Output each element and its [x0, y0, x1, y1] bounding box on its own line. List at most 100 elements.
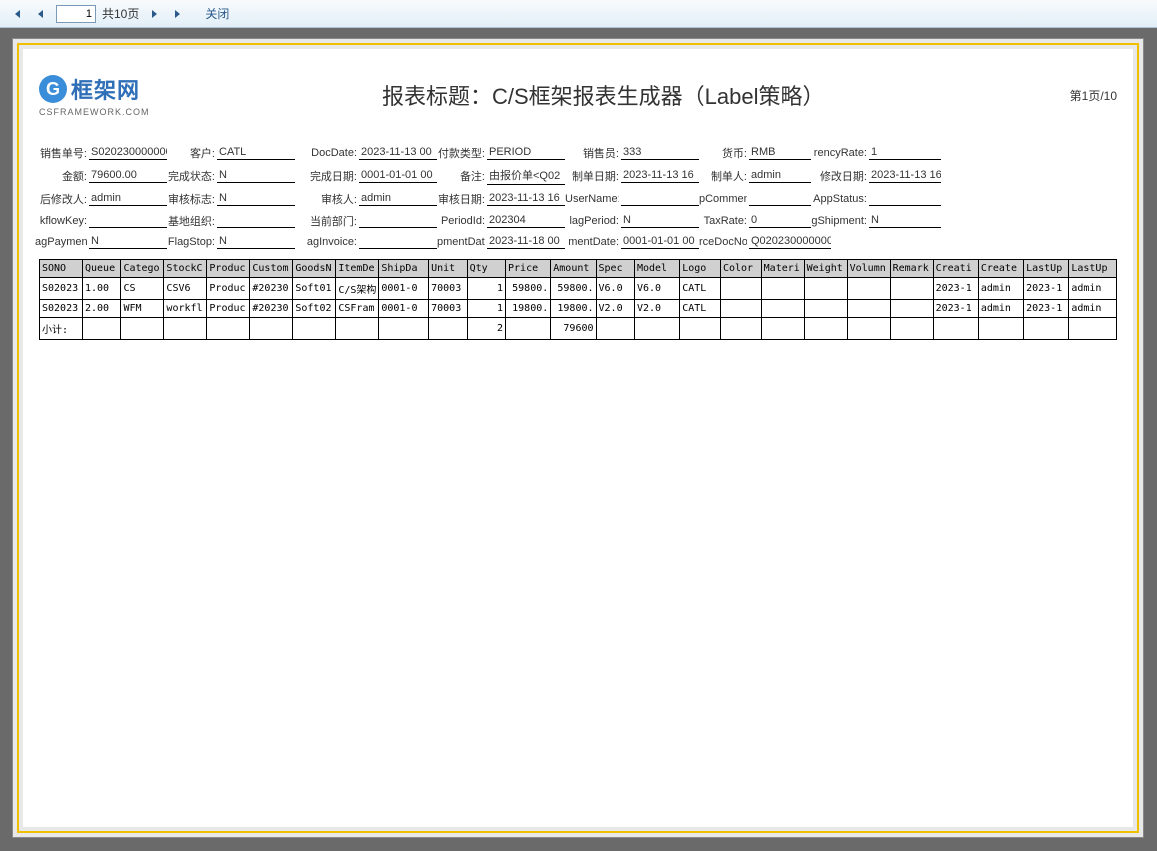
column-header: Materi [761, 260, 804, 278]
viewer-toolbar: 共10页 关闭 [0, 0, 1157, 28]
field-value: Q020230000000 [749, 235, 831, 249]
form-field: 销售单号:S0202300000000 [35, 145, 167, 161]
field-label: gShipment: [811, 215, 867, 227]
form-field: kflowKey: [35, 213, 167, 229]
field-label: kflowKey: [35, 215, 87, 227]
form-field: mentDate:0001-01-01 00 [565, 235, 699, 249]
field-label: UserName: [565, 193, 619, 205]
field-value: 333 [621, 146, 699, 160]
column-header: StockC [164, 260, 207, 278]
column-header: Produc [207, 260, 250, 278]
table-row: S020232.00WFMworkflProduc#20230Soft02CSF… [40, 300, 1117, 318]
last-page-button[interactable] [169, 5, 187, 23]
field-label: 付款类型: [437, 145, 485, 161]
form-field: 完成日期:0001-01-01 00 [295, 167, 437, 185]
field-value [217, 214, 295, 228]
field-label: PeriodId: [437, 215, 485, 227]
field-value: 2023-11-18 00 [487, 235, 565, 249]
field-label: 完成状态: [167, 168, 215, 184]
field-label: 当前部门: [295, 213, 357, 229]
field-value: 2023-11-13 16 [621, 169, 699, 183]
data-grid: SONOQueueCategoStockCProducCustomGoodsNI… [39, 259, 1117, 340]
field-label: 制单日期: [565, 168, 619, 184]
form-field: 当前部门: [295, 213, 437, 229]
form-field: AppStatus: [811, 191, 941, 207]
column-header: GoodsN [293, 260, 336, 278]
form-field: 备注:由报价单<Q02 [437, 167, 565, 185]
field-value: N [869, 214, 941, 228]
field-value: N [621, 214, 699, 228]
column-header: SONO [40, 260, 83, 278]
subtotal-row: 小计:279600 [40, 318, 1117, 340]
form-field: 销售员:333 [565, 145, 699, 161]
report-page: G 框架网 CSFRAMEWORK.COM 报表标题：C/S框架报表生成器（La… [23, 49, 1133, 827]
form-field: UserName: [565, 191, 699, 207]
column-header: ItemDe [336, 260, 379, 278]
logo: G 框架网 CSFRAMEWORK.COM [39, 73, 150, 117]
field-label: 货币: [699, 145, 747, 161]
form-field: pmentDate:2023-11-18 00 [437, 235, 565, 249]
page-number-input[interactable] [56, 5, 96, 23]
column-header: LastUp [1069, 260, 1117, 278]
field-label: FlagStop: [167, 236, 215, 248]
field-label: 审核日期: [437, 191, 485, 207]
form-field: 金额:79600.00 [35, 167, 167, 185]
column-header: Spec [596, 260, 634, 278]
field-label: 审核人: [295, 191, 357, 207]
field-value: 2023-11-13 00 [359, 146, 437, 160]
field-label: 修改日期: [811, 168, 867, 184]
form-field: 后修改人:admin [35, 191, 167, 207]
field-value: RMB [749, 146, 811, 160]
column-header: Amount [551, 260, 596, 278]
field-label: 销售员: [565, 145, 619, 161]
table-row: S020231.00CSCSV6Produc#20230Soft01C/S架构0… [40, 278, 1117, 300]
field-label: 销售单号: [35, 145, 87, 161]
form-field: 审核标志:N [167, 191, 295, 207]
field-value [89, 214, 167, 228]
field-value: 0001-01-01 00 [621, 235, 699, 249]
next-page-button[interactable] [145, 5, 163, 23]
report-viewport: G 框架网 CSFRAMEWORK.COM 报表标题：C/S框架报表生成器（La… [0, 28, 1157, 851]
column-header: Queue [82, 260, 120, 278]
form-field: agPayment:N [35, 235, 167, 249]
column-header: Catego [121, 260, 164, 278]
column-header: Qty [467, 260, 505, 278]
form-field: TaxRate:0 [699, 213, 811, 229]
form-field: 制单日期:2023-11-13 16 [565, 167, 699, 185]
total-pages-label: 共10页 [102, 5, 139, 22]
field-value: 79600.00 [89, 169, 167, 183]
field-label: pmentDate: [437, 236, 485, 248]
close-button[interactable]: 关闭 [205, 5, 229, 22]
field-value [621, 192, 699, 206]
first-page-button[interactable] [8, 5, 26, 23]
column-header: Model [634, 260, 679, 278]
column-header: Weight [804, 260, 847, 278]
field-value: N [89, 235, 167, 249]
form-field: 基地组织: [167, 213, 295, 229]
field-label: 基地组织: [167, 213, 215, 229]
field-label: TaxRate: [699, 215, 747, 227]
column-header: Create [978, 260, 1023, 278]
field-value [869, 192, 941, 206]
logo-text: 框架网 [71, 73, 140, 105]
form-field: 货币:RMB [699, 145, 811, 161]
form-fields: 销售单号:S0202300000000客户:CATLDocDate:2023-1… [35, 145, 1121, 249]
form-field: pComment: [699, 191, 811, 207]
field-value: PERIOD [487, 146, 565, 160]
prev-page-button[interactable] [32, 5, 50, 23]
form-field: 完成状态:N [167, 167, 295, 185]
field-value: 0001-01-01 00 [359, 169, 437, 183]
field-label: agPayment: [35, 236, 87, 248]
report-title: 报表标题：C/S框架报表生成器（Label策略） [150, 79, 1058, 111]
form-field: gShipment:N [811, 213, 941, 229]
field-label: 客户: [167, 145, 215, 161]
form-field: rencyRate:1 [811, 145, 941, 161]
column-header: ShipDa [379, 260, 429, 278]
field-value: 由报价单<Q02 [487, 167, 565, 185]
field-value: 2023-11-13 16 [487, 192, 565, 206]
column-header: Volumn [847, 260, 890, 278]
field-label: pComment: [699, 193, 747, 205]
form-field: FlagStop:N [167, 235, 295, 249]
field-label: AppStatus: [811, 193, 867, 205]
field-label: 备注: [437, 168, 485, 184]
